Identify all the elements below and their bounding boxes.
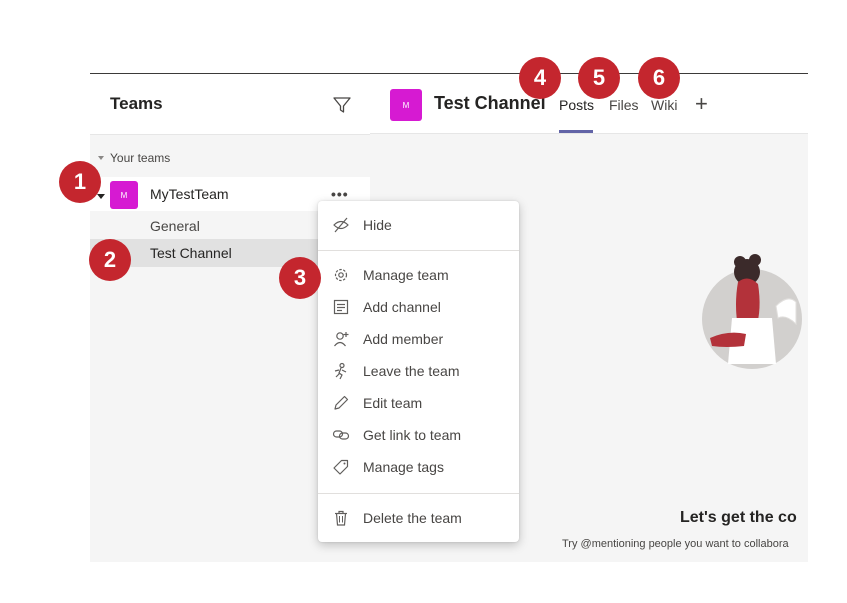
menu-item-label: Edit team: [363, 395, 423, 411]
menu-divider: [318, 250, 519, 251]
menu-item-label: Manage team: [363, 267, 449, 283]
menu-item-add-channel[interactable]: Add channel: [318, 293, 519, 321]
step-badge-3: 3: [279, 257, 321, 299]
gear-icon: [332, 266, 350, 284]
menu-item-label: Get link to team: [363, 427, 462, 443]
step-badge-2: 2: [89, 239, 131, 281]
team-avatar: M: [110, 181, 138, 209]
channel-item-general[interactable]: General: [150, 218, 200, 234]
menu-item-label: Delete the team: [363, 510, 462, 526]
active-tab-indicator: [559, 130, 593, 133]
menu-item-label: Manage tags: [363, 459, 444, 475]
add-member-icon: [332, 330, 350, 348]
hide-icon: [332, 216, 350, 234]
your-teams-label: Your teams: [110, 151, 171, 165]
teams-panel-header: Teams: [90, 74, 370, 135]
menu-item-add-member[interactable]: Add member: [318, 325, 519, 353]
menu-item-leave-team[interactable]: Leave the team: [318, 357, 519, 385]
leave-icon: [332, 362, 350, 380]
step-badge-6: 6: [638, 57, 680, 99]
menu-item-label: Hide: [363, 217, 392, 233]
step-badge-4: 4: [519, 57, 561, 99]
welcome-subtitle: Try @mentioning people you want to colla…: [562, 538, 789, 550]
add-channel-icon: [332, 298, 350, 316]
team-context-menu: Hide Manage team Add channel Add member …: [318, 201, 519, 542]
menu-item-manage-tags[interactable]: Manage tags: [318, 453, 519, 481]
more-options-icon[interactable]: •••: [331, 186, 349, 202]
add-tab-icon[interactable]: +: [695, 91, 708, 117]
tab-posts[interactable]: Posts: [559, 97, 594, 113]
menu-item-manage-team[interactable]: Manage team: [318, 261, 519, 289]
your-teams-section[interactable]: Your teams: [98, 151, 170, 165]
teams-panel-title: Teams: [110, 94, 163, 113]
link-icon: [332, 426, 350, 444]
menu-divider: [318, 493, 519, 494]
filter-icon[interactable]: [331, 94, 353, 116]
tab-wiki[interactable]: Wiki: [651, 97, 677, 113]
menu-item-get-link[interactable]: Get link to team: [318, 421, 519, 449]
welcome-title: Let's get the co: [680, 509, 797, 526]
channel-label: Test Channel: [150, 245, 232, 261]
channel-avatar: M: [390, 89, 422, 121]
menu-item-label: Leave the team: [363, 363, 460, 379]
tab-files[interactable]: Files: [609, 97, 639, 113]
menu-item-label: Add member: [363, 331, 444, 347]
menu-item-label: Add channel: [363, 299, 441, 315]
menu-item-edit-team[interactable]: Edit team: [318, 389, 519, 417]
team-name[interactable]: MyTestTeam: [150, 186, 229, 202]
menu-item-delete-team[interactable]: Delete the team: [318, 504, 519, 532]
step-badge-5: 5: [578, 57, 620, 99]
trash-icon: [332, 509, 350, 527]
menu-item-hide[interactable]: Hide: [318, 211, 519, 239]
step-badge-1: 1: [59, 161, 101, 203]
welcome-illustration: [702, 254, 802, 369]
caret-down-icon[interactable]: [97, 194, 105, 199]
pencil-icon: [332, 394, 350, 412]
tag-icon: [332, 458, 350, 476]
collapse-icon: [98, 156, 104, 160]
